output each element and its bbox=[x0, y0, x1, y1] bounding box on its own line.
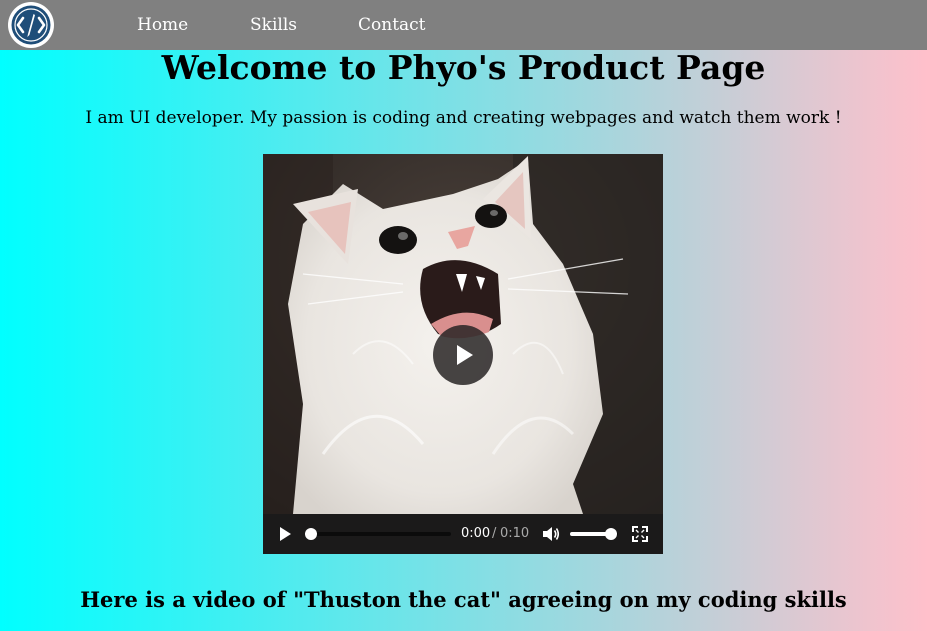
volume-icon bbox=[543, 527, 560, 541]
fullscreen-button[interactable] bbox=[632, 526, 648, 542]
time-duration: 0:10 bbox=[500, 526, 530, 541]
play-button[interactable] bbox=[277, 526, 293, 542]
video-controls: 0:00 / 0:10 bbox=[263, 514, 663, 554]
time-current: 0:00 bbox=[461, 526, 491, 541]
volume-slider[interactable] bbox=[570, 528, 618, 540]
video-player[interactable]: 0:00 / 0:10 bbox=[263, 154, 663, 554]
nav-skills-link[interactable]: Skills bbox=[250, 14, 297, 36]
mute-button[interactable] bbox=[542, 526, 560, 542]
video-caption: Here is a video of "Thuston the cat" agr… bbox=[80, 587, 847, 612]
fullscreen-icon bbox=[632, 526, 648, 542]
logo-icon[interactable] bbox=[8, 2, 54, 48]
play-icon bbox=[280, 527, 291, 541]
seek-bar[interactable] bbox=[305, 528, 451, 540]
seek-thumb[interactable] bbox=[305, 528, 317, 540]
play-icon bbox=[457, 345, 473, 365]
intro-text: I am UI developer. My passion is coding … bbox=[85, 108, 842, 128]
nav-home-link[interactable]: Home bbox=[137, 14, 188, 36]
page-title: Welcome to Phyo's Product Page bbox=[161, 48, 766, 87]
nav-contact-link[interactable]: Contact bbox=[358, 14, 426, 36]
time-separator: / bbox=[492, 526, 497, 541]
big-play-button[interactable] bbox=[433, 325, 493, 385]
volume-thumb[interactable] bbox=[604, 528, 617, 540]
navbar: Home Skills Contact bbox=[0, 0, 927, 50]
